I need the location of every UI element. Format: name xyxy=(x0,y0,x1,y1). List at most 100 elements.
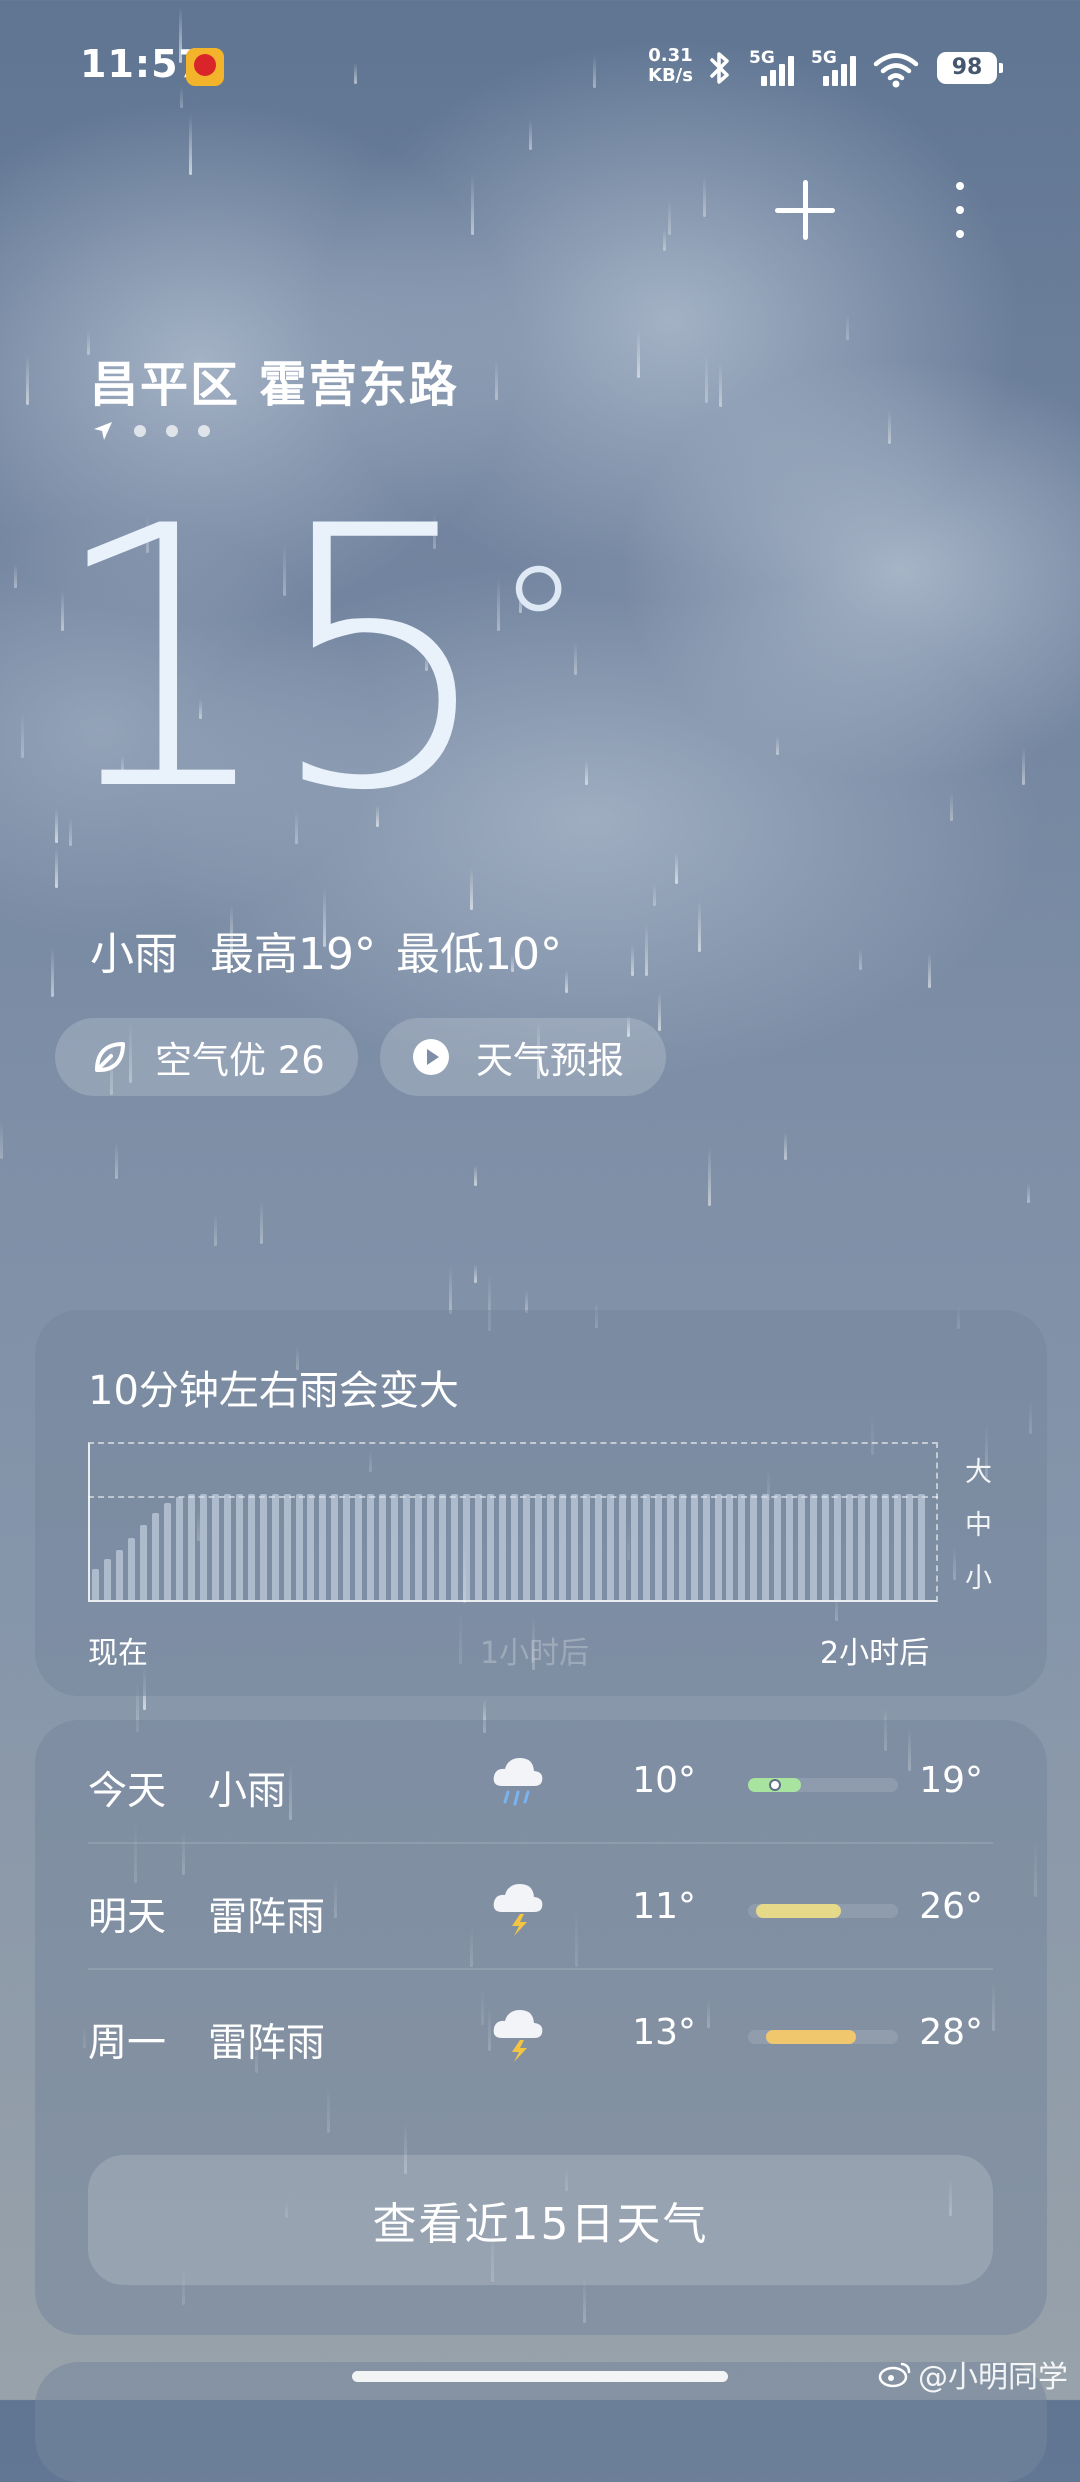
precipitation-bar xyxy=(882,1493,890,1600)
battery-icon: 98 xyxy=(937,52,1003,84)
precipitation-bar xyxy=(798,1493,806,1600)
raindrop xyxy=(574,641,578,676)
low-temp: 最低10° xyxy=(396,929,562,980)
forecast-high: 19° xyxy=(919,1760,983,1801)
raindrop xyxy=(114,1141,118,1179)
temp-range-bar xyxy=(748,1778,898,1792)
location-arrow-icon xyxy=(94,422,112,440)
precipitation-bar xyxy=(463,1493,471,1600)
more-options-button[interactable] xyxy=(918,170,998,250)
divider xyxy=(88,1968,993,1970)
raindrop xyxy=(585,759,589,785)
raindrop xyxy=(474,1164,478,1187)
air-quality-label: 空气优 26 xyxy=(155,1039,325,1082)
leaf-icon xyxy=(95,1042,125,1072)
precipitation-bar xyxy=(355,1493,363,1600)
raindrop xyxy=(652,883,656,906)
forecast-video-label: 天气预报 xyxy=(476,1039,624,1082)
add-city-button[interactable] xyxy=(765,170,845,250)
precipitation-bar xyxy=(570,1493,578,1600)
forecast-condition: 雷阵雨 xyxy=(208,1895,326,1940)
condition-summary: 小雨 最高19° 最低10° xyxy=(90,918,562,982)
raindrop xyxy=(14,564,18,588)
forecast-low: 13° xyxy=(632,2012,696,2053)
raindrop xyxy=(259,1200,263,1245)
axis-label-now: 现在 xyxy=(88,1636,148,1671)
page-dot xyxy=(166,425,178,437)
forecast-low: 11° xyxy=(632,1886,696,1927)
signal-label: 5G xyxy=(811,48,837,68)
raindrop xyxy=(662,228,666,251)
level-moderate: 中 xyxy=(965,1510,992,1541)
precipitation-bar xyxy=(702,1493,710,1600)
precipitation-bar xyxy=(499,1493,507,1600)
precipitation-bar xyxy=(606,1493,614,1600)
watermark-text: @小明同学 xyxy=(918,2360,1068,2395)
current-temperature: 15° xyxy=(48,480,581,840)
bluetooth-icon xyxy=(710,52,729,84)
precipitation-bar xyxy=(858,1493,866,1600)
raindrop xyxy=(950,792,954,822)
precipitation-bar xyxy=(151,1512,159,1600)
precipitation-bar xyxy=(475,1493,483,1600)
degree-symbol: ° xyxy=(496,531,581,729)
raindrop xyxy=(637,329,641,379)
forecast-condition: 小雨 xyxy=(208,1769,287,1814)
precipitation-bar xyxy=(115,1550,123,1600)
axis-label-1h: 1小时后 xyxy=(480,1636,590,1671)
raindrop xyxy=(928,952,932,988)
precipitation-bar xyxy=(427,1493,435,1600)
raindrop xyxy=(708,1147,712,1207)
forecast-row-tomorrow[interactable]: 明天 雷阵雨 11° 26° xyxy=(88,1846,993,1970)
network-speed: 0.31 KB/s xyxy=(648,46,693,86)
raindrop xyxy=(1026,1183,1030,1203)
level-light: 小 xyxy=(965,1563,992,1594)
precipitation-bar xyxy=(678,1493,686,1600)
precipitation-bar xyxy=(391,1493,399,1600)
precipitation-bar xyxy=(331,1493,339,1600)
home-indicator[interactable] xyxy=(352,2371,728,2382)
forecast-card: 今天 小雨 10° 19° 明天 雷阵雨 11° 26° 周一 雷阵雨 13° xyxy=(35,1720,1047,2335)
level-heavy: 大 xyxy=(965,1457,992,1488)
precipitation-bar xyxy=(163,1503,171,1600)
net-speed-value: 0.31 xyxy=(648,45,693,66)
weather-forecast-pill[interactable]: 天气预报 xyxy=(380,1018,666,1096)
precipitation-bar xyxy=(187,1493,195,1600)
location-title[interactable]: 昌平区 霍营东路 xyxy=(90,345,459,415)
forecast-row-today[interactable]: 今天 小雨 10° 19° xyxy=(88,1720,993,1844)
rain-cloud-icon xyxy=(493,1758,543,1806)
temperature-value: 15 xyxy=(48,450,496,869)
temp-range-bar xyxy=(748,2030,898,2044)
precipitation-bar xyxy=(810,1493,818,1600)
precipitation-bar xyxy=(511,1493,518,1600)
view-15-day-button[interactable]: 查看近15日天气 xyxy=(88,2155,993,2285)
precipitation-bar xyxy=(259,1493,267,1600)
watermark: @小明同学 xyxy=(878,2352,1068,2396)
raindrop xyxy=(783,1131,787,1161)
thunderstorm-icon xyxy=(493,1884,543,1936)
precipitation-bar xyxy=(139,1525,147,1600)
precipitation-chart xyxy=(88,1442,938,1602)
precipitation-bar xyxy=(726,1493,734,1600)
forecast-high: 28° xyxy=(919,2012,983,2053)
forecast-day: 今天 xyxy=(88,1769,167,1814)
precipitation-bar xyxy=(738,1493,746,1600)
precipitation-bar xyxy=(451,1493,459,1600)
precipitation-bar xyxy=(343,1493,351,1600)
raindrop xyxy=(667,198,671,235)
current-condition: 小雨 xyxy=(90,929,178,980)
raindrop xyxy=(565,969,569,993)
raindrop xyxy=(214,1213,218,1246)
precipitation-bar xyxy=(918,1493,926,1600)
precipitation-card[interactable]: 10分钟左右雨会变大 大 中 小 现在 1小时后 2小时后 xyxy=(35,1310,1047,1696)
precipitation-bar xyxy=(379,1493,387,1600)
forecast-row-monday[interactable]: 周一 雷阵雨 13° 28° xyxy=(88,1972,993,2096)
precipitation-bar xyxy=(247,1493,255,1600)
signal-icon: 5G xyxy=(749,48,797,88)
air-quality-pill[interactable]: 空气优 26 xyxy=(55,1018,358,1096)
raindrop xyxy=(888,410,892,444)
app-badge-icon xyxy=(186,48,224,86)
raindrop xyxy=(697,900,701,953)
precipitation-bar xyxy=(403,1493,411,1600)
precipitation-bar xyxy=(295,1493,303,1600)
